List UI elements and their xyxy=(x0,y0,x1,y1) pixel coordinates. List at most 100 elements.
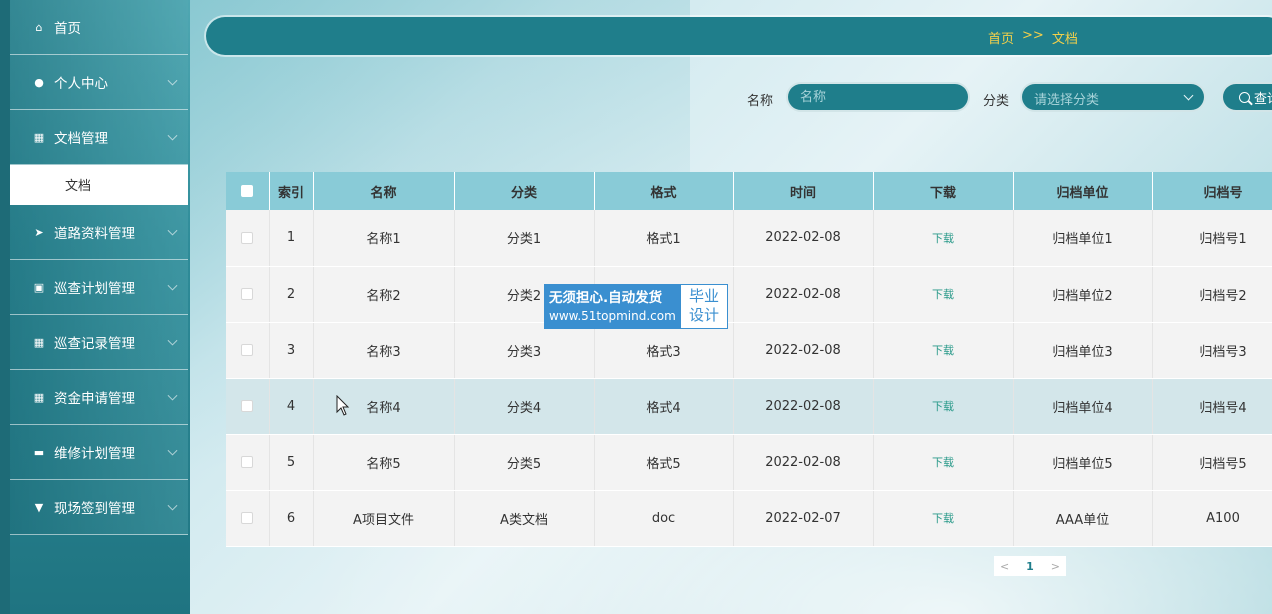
chevron-down-icon xyxy=(167,280,178,291)
sidebar-item-label: 现场签到管理 xyxy=(54,501,135,517)
select-all-cell xyxy=(226,172,270,210)
chevron-down-icon xyxy=(167,335,178,346)
select-all-checkbox[interactable] xyxy=(241,185,254,197)
row-checkbox[interactable] xyxy=(241,512,254,524)
download-link[interactable]: 下载 xyxy=(932,288,954,301)
chevron-down-icon xyxy=(167,225,178,236)
cell-download: 下载 xyxy=(873,322,1014,379)
sidebar-item-8[interactable]: ▼ 现场签到管理 xyxy=(10,480,188,535)
clipboard-icon: ▣ xyxy=(33,280,45,294)
sidebar-item-6[interactable]: ▦ 资金申请管理 xyxy=(10,370,188,425)
cell-download: 下载 xyxy=(873,266,1014,323)
next-page-button[interactable]: > xyxy=(1051,560,1060,573)
sidebar-item-5[interactable]: ▦ 巡查记录管理 xyxy=(10,315,188,370)
cell-download: 下载 xyxy=(873,490,1014,547)
watermark-right1: 毕业 xyxy=(688,287,719,305)
category-select-placeholder: 请选择分类 xyxy=(1034,93,1100,108)
row-select-cell xyxy=(226,434,270,491)
cell-unit: 归档单位5 xyxy=(1013,434,1153,491)
sidebar-item-4[interactable]: ▣ 巡查计划管理 xyxy=(10,260,188,315)
mouse-cursor-icon xyxy=(336,395,350,416)
chevron-down-icon xyxy=(167,390,178,401)
sidebar-menu: ⌂ 首页 ● 个人中心 ▦ 文档管理 文档 ➤ 道路资料管理 ▣ 巡查计划管理 ▦ 巡查记录管理 ▦ 资金申… xyxy=(10,0,188,535)
prev-page-button[interactable]: < xyxy=(1000,560,1009,573)
col-header-name: 名称 xyxy=(313,172,455,210)
table-row[interactable]: 5 名称5 分类5 格式5 2022-02-08 下载 归档单位5 归档号5 xyxy=(226,434,1272,491)
sidebar-item-label: 维修计划管理 xyxy=(54,446,135,462)
paper-plane-icon: ➤ xyxy=(34,225,44,239)
grid-icon: ▦ xyxy=(33,390,45,404)
chevron-down-icon xyxy=(167,500,178,511)
sidebar-item-label: 资金申请管理 xyxy=(54,391,135,407)
category-label: 分类 xyxy=(983,94,1010,109)
cell-unit: 归档单位4 xyxy=(1013,378,1153,435)
cell-name: 名称1 xyxy=(313,210,455,267)
watermark-right2: 设计 xyxy=(688,306,719,324)
cell-format: 格式4 xyxy=(594,378,734,435)
row-select-cell xyxy=(226,322,270,379)
watermark-line1: 无须担心.自动发货 xyxy=(549,290,663,306)
table-row[interactable]: 6 A项目文件 A类文档 doc 2022-02-07 下载 AAA单位 A100 xyxy=(226,490,1272,547)
download-link[interactable]: 下载 xyxy=(932,512,954,525)
col-header-category: 分类 xyxy=(454,172,595,210)
row-checkbox[interactable] xyxy=(241,231,254,244)
chevron-down-icon xyxy=(167,130,178,141)
breadcrumb-home[interactable]: 首页 xyxy=(988,28,1014,47)
header-bar xyxy=(206,17,1272,55)
cell-name: A项目文件 xyxy=(313,490,455,547)
cell-download: 下载 xyxy=(873,434,1014,491)
data-table: 索引 名称 分类 格式 时间 下载 归档单位 归档号 1 名称1 分类1 格式1 202… xyxy=(226,172,1272,547)
table-header-row: 索引 名称 分类 格式 时间 下载 归档单位 归档号 xyxy=(226,172,1272,210)
cell-format: doc xyxy=(594,490,734,547)
sidebar-item-7[interactable]: ▬ 维修计划管理 xyxy=(10,425,188,480)
comment-icon: ▬ xyxy=(33,445,45,459)
cell-number: 归档号1 xyxy=(1152,210,1272,267)
pagination: < 1 > xyxy=(994,556,1066,576)
sidebar-item-label: 文档管理 xyxy=(54,131,108,147)
chevron-down-icon xyxy=(1183,90,1194,101)
row-checkbox[interactable] xyxy=(241,344,254,356)
cell-format: 格式1 xyxy=(594,210,734,267)
cell-category: A类文档 xyxy=(454,490,595,547)
cell-category: 分类3 xyxy=(454,322,595,379)
cell-number: A100 xyxy=(1152,490,1272,547)
category-select[interactable]: 请选择分类 xyxy=(1020,82,1206,112)
sidebar-subitem-document[interactable]: 文档 xyxy=(10,165,188,205)
table-row[interactable]: 2名称2分类2格式22022-02-08下载归档单位2归档号2 xyxy=(226,266,1272,323)
table-row[interactable]: 1 名称1 分类1 格式1 2022-02-08 下载 归档单位1 归档号1 xyxy=(226,210,1272,267)
cell-number: 归档号2 xyxy=(1152,266,1272,323)
sidebar-item-0[interactable]: ⌂ 首页 xyxy=(10,0,188,55)
download-link[interactable]: 下载 xyxy=(932,232,954,245)
cell-index: 5 xyxy=(269,434,314,491)
search-button[interactable]: 查询 xyxy=(1221,82,1272,112)
breadcrumb-separator: >> xyxy=(1022,28,1044,43)
cell-time: 2022-02-08 xyxy=(733,210,874,267)
row-checkbox[interactable] xyxy=(241,288,254,300)
table-row[interactable]: 4 名称4 分类4 格式4 2022-02-08 下载 归档单位4 归档号4 xyxy=(226,378,1272,435)
col-header-time: 时间 xyxy=(733,172,874,210)
cell-format: 格式3 xyxy=(594,322,734,379)
sidebar-item-2[interactable]: ▦ 文档管理 xyxy=(10,110,188,165)
row-select-cell xyxy=(226,210,270,267)
cell-name: 名称3 xyxy=(313,322,455,379)
download-link[interactable]: 下载 xyxy=(932,456,954,469)
cell-unit: 归档单位1 xyxy=(1013,210,1153,267)
cell-number: 归档号4 xyxy=(1152,378,1272,435)
cell-number: 归档号3 xyxy=(1152,322,1272,379)
page-number-current[interactable]: 1 xyxy=(1026,560,1034,573)
watermark-badge: 无须担心.自动发货 www.51topmind.com 毕业 设计 xyxy=(544,284,728,329)
sidebar-item-3[interactable]: ➤ 道路资料管理 xyxy=(10,205,188,260)
cell-index: 6 xyxy=(269,490,314,547)
download-link[interactable]: 下载 xyxy=(932,400,954,413)
cell-time: 2022-02-08 xyxy=(733,322,874,379)
download-link[interactable]: 下载 xyxy=(932,344,954,357)
row-checkbox[interactable] xyxy=(241,456,254,468)
cell-time: 2022-02-07 xyxy=(733,490,874,547)
table-icon: ▦ xyxy=(33,335,45,349)
col-header-number: 归档号 xyxy=(1152,172,1272,210)
name-search-input[interactable] xyxy=(786,82,970,112)
sidebar-item-label: 首页 xyxy=(54,21,81,37)
row-checkbox[interactable] xyxy=(241,400,254,412)
cell-time: 2022-02-08 xyxy=(733,266,874,323)
table-row[interactable]: 3 名称3 分类3 格式3 2022-02-08 下载 归档单位3 归档号3 xyxy=(226,322,1272,379)
